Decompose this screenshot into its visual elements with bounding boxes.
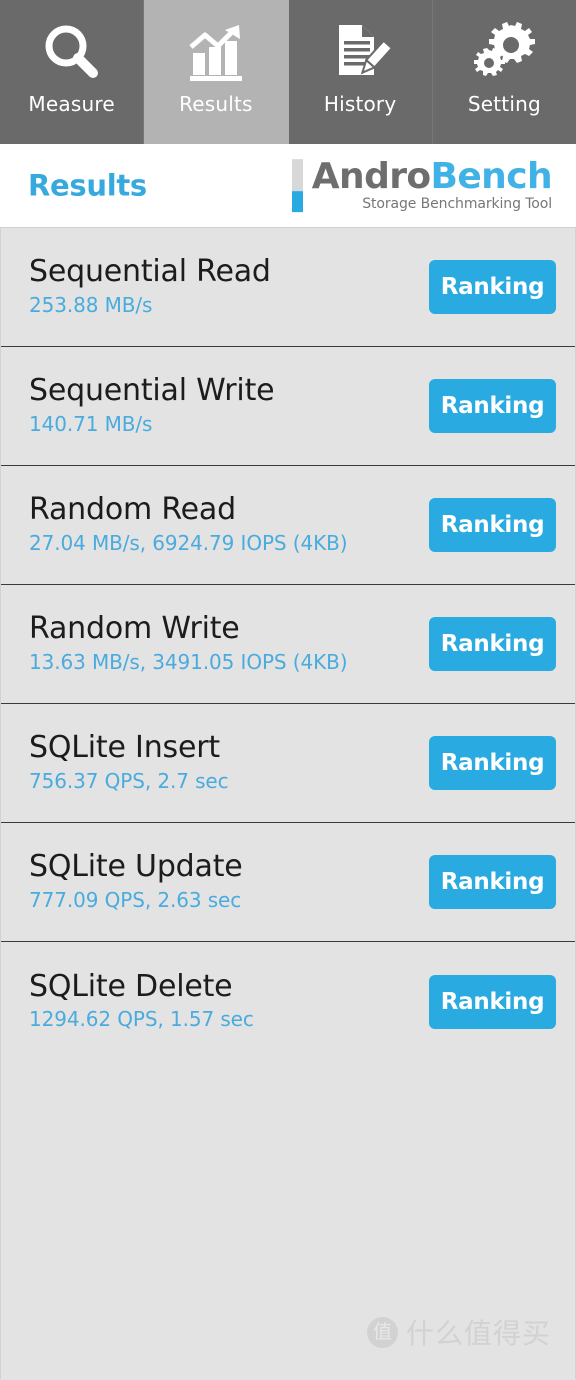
tab-measure-label: Measure (28, 92, 115, 116)
result-name: Random Read (29, 492, 236, 528)
tab-setting[interactable]: Setting (432, 0, 576, 144)
tab-results[interactable]: Results (144, 0, 289, 144)
logo-text: AndroBench Storage Benchmarking Tool (311, 155, 553, 213)
result-texts: Random Read 27.04 MB/s, 6924.79 IOPS (4KB… (29, 493, 429, 557)
bar-chart-trend-icon (144, 16, 287, 88)
ranking-button[interactable]: Ranking (429, 736, 556, 790)
result-value: 756.37 QPS, 2.7 sec (29, 768, 229, 793)
result-name: Random Write (29, 611, 240, 647)
result-texts: Random Write 13.63 MB/s, 3491.05 IOPS (4K… (29, 612, 429, 676)
ranking-button[interactable]: Ranking (429, 498, 556, 552)
result-value: 140.71 MB/s (29, 411, 153, 436)
table-row: Random Read 27.04 MB/s, 6924.79 IOPS (4KB… (1, 466, 575, 585)
result-texts: Sequential Write 140.71 MB/s (29, 374, 429, 438)
result-value: 777.09 QPS, 2.63 sec (29, 887, 242, 912)
table-row: SQLite Insert 756.37 QPS, 2.7 sec Ranking (1, 704, 575, 823)
page-header: Results AndroBench Storage Benchmarking … (0, 144, 576, 228)
logo-tagline: Storage Benchmarking Tool (362, 196, 552, 213)
logo-bar-top (291, 158, 303, 191)
tab-bar: Measure Results History Setting (0, 0, 576, 144)
result-name: SQLite Update (29, 849, 243, 885)
result-name: Sequential Write (29, 373, 275, 409)
result-name: Sequential Read (29, 254, 271, 290)
page-title: Results (28, 167, 147, 202)
result-texts: SQLite Delete 1294.62 QPS, 1.57 sec (29, 970, 429, 1034)
result-value: 13.63 MB/s, 3491.05 IOPS (4KB) (29, 649, 348, 674)
logo-wordmark: AndroBench (311, 155, 553, 197)
result-value: 253.88 MB/s (29, 292, 153, 317)
logo-word-primary: Andro (311, 155, 431, 197)
result-name: SQLite Delete (29, 968, 233, 1004)
magnifier-icon (0, 16, 143, 88)
result-texts: SQLite Update 777.09 QPS, 2.63 sec (29, 850, 429, 914)
ranking-button[interactable]: Ranking (429, 855, 556, 909)
results-list: Sequential Read 253.88 MB/s Ranking Sequent… (0, 228, 576, 1379)
result-texts: Sequential Read 253.88 MB/s (29, 255, 429, 319)
androbench-logo: AndroBench Storage Benchmarking Tool (291, 155, 553, 213)
table-row: Sequential Write 140.71 MB/s Ranking (1, 347, 575, 466)
table-row: Random Write 13.63 MB/s, 3491.05 IOPS (4K… (1, 585, 575, 704)
table-row: Sequential Read 253.88 MB/s Ranking (1, 228, 575, 347)
tab-setting-label: Setting (467, 92, 541, 116)
ranking-button[interactable]: Ranking (429, 974, 556, 1029)
tab-history-label: History (323, 92, 397, 116)
ranking-button[interactable]: Ranking (429, 379, 556, 433)
document-pencil-icon (289, 16, 432, 88)
table-row: SQLite Delete 1294.62 QPS, 1.57 sec Rankin… (1, 942, 575, 1061)
result-texts: SQLite Insert 756.37 QPS, 2.7 sec (29, 731, 429, 795)
gears-icon (433, 16, 576, 88)
result-value: 1294.62 QPS, 1.57 sec (29, 1007, 254, 1032)
logo-bar-icon (291, 158, 303, 213)
logo-bar-bottom (291, 190, 303, 213)
tab-history[interactable]: History (288, 0, 433, 144)
tab-measure[interactable]: Measure (0, 0, 145, 144)
ranking-button[interactable]: Ranking (429, 260, 556, 314)
tab-results-label: Results (179, 92, 253, 116)
ranking-button[interactable]: Ranking (429, 617, 556, 671)
result-value: 27.04 MB/s, 6924.79 IOPS (4KB) (29, 530, 348, 555)
result-name: SQLite Insert (29, 730, 220, 766)
table-row: SQLite Update 777.09 QPS, 2.63 sec Ranking (1, 823, 575, 942)
logo-word-secondary: Bench (430, 155, 553, 197)
